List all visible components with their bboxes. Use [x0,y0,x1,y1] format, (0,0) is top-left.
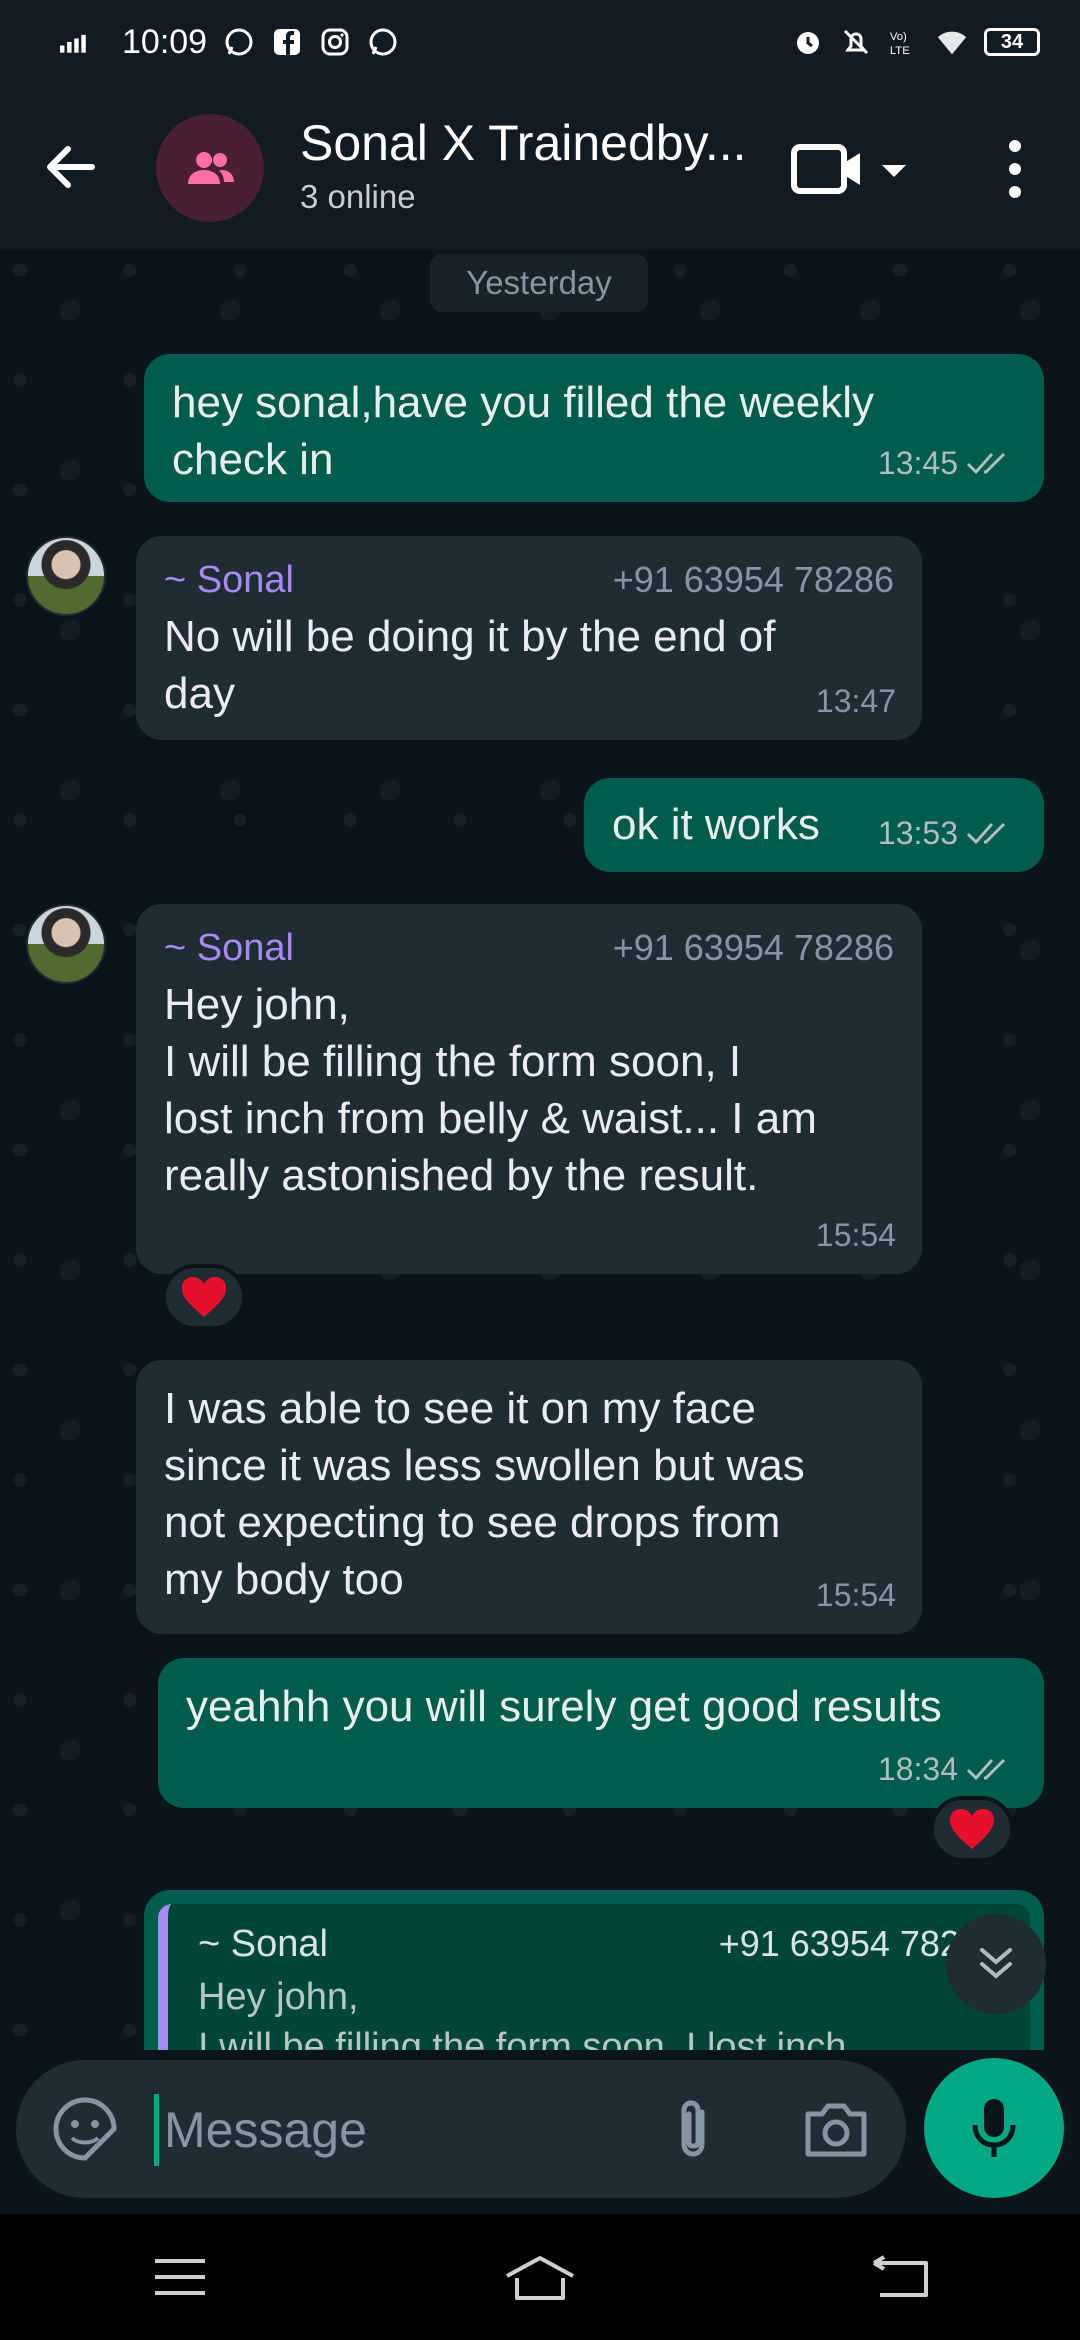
instagram-icon [319,26,351,58]
quoted-text: Hey john, [198,1976,359,2018]
back-nav-icon [872,2255,928,2297]
whatsapp-icon [367,26,399,58]
svg-text:LTE: LTE [890,45,910,57]
message-text: not expecting to see drops from [164,1498,781,1547]
sender-name[interactable]: ~ Sonal [164,556,294,604]
menu-icon [155,2259,205,2295]
signal-icon [60,26,92,58]
text-cursor [154,2094,159,2166]
microphone-icon [972,2099,1016,2157]
message-text: my body too [164,1555,404,1604]
emoji-icon [53,2097,117,2161]
message-time: 15:54 [815,1577,896,1613]
message-text: I will be filling the form soon, I [164,1037,742,1086]
message-text: yeahhh you will surely get good results [186,1682,942,1731]
facebook-icon [271,26,303,58]
sender-phone[interactable]: +91 63954 78286 [613,924,894,972]
heart-reaction[interactable] [162,1264,246,1330]
message-text: day [164,669,235,718]
camera-button[interactable] [804,2100,868,2158]
incoming-message[interactable]: ~ Sonal +91 63954 78286 No will be doing… [136,536,922,740]
chat-header: Sonal X Trainedby... 3 online [0,84,1080,250]
outgoing-message[interactable]: ok it works 13:53 [584,778,1044,872]
message-composer [16,2060,906,2198]
message-text: Hey john, [164,980,350,1029]
heart-reaction[interactable] [930,1796,1014,1862]
quoted-message[interactable]: ~ Sonal +91 63954 78286 Hey john, I will… [158,1904,1030,2050]
date-chip: Yesterday [430,254,648,312]
message-text: I was able to see it on my face [164,1384,756,1433]
svg-text:Vo): Vo) [890,31,907,43]
camera-icon [805,2103,867,2157]
system-navigation-bar [0,2214,1080,2340]
group-icon [188,152,234,184]
mute-icon [840,26,872,58]
incoming-message[interactable]: I was able to see it on my face since it… [136,1360,922,1634]
outgoing-message[interactable]: yeahhh you will surely get good results … [158,1658,1044,1808]
message-text: since it was less swollen but was [164,1441,805,1490]
alarm-icon [792,26,824,58]
volte-icon: Vo) LTE [888,26,920,58]
online-count: 3 online [300,178,416,215]
sender-name[interactable]: ~ Sonal [164,924,294,972]
scroll-to-bottom-button[interactable] [946,1914,1046,2014]
chat-area[interactable]: Yesterday hey sonal,have you filled the … [0,250,1080,2050]
sender-phone[interactable]: +91 63954 78286 [613,556,894,604]
voice-message-button[interactable] [924,2058,1064,2198]
sender-avatar[interactable] [26,904,106,984]
read-ticks-icon [966,822,1006,844]
home-icon [506,2256,574,2300]
whatsapp-icon [223,26,255,58]
back-button[interactable] [855,2247,945,2307]
quoted-sender-name: ~ Sonal [198,1923,328,1965]
chat-title-area[interactable]: Sonal X Trainedby... 3 online [300,114,760,216]
message-time: 15:54 [815,1217,896,1253]
paperclip-icon [681,2100,705,2157]
outgoing-message[interactable]: hey sonal,have you filled the weekly che… [144,354,1044,502]
home-button[interactable] [495,2247,585,2307]
message-input[interactable] [164,2082,644,2178]
recent-apps-button[interactable] [135,2247,225,2307]
battery-icon: 34 [984,28,1040,56]
read-ticks-icon [966,1758,1006,1780]
message-time: 13:47 [815,683,896,719]
message-text: No will be doing it by the end of [164,612,776,661]
message-text: hey sonal,have you filled the weekly [172,378,874,427]
sender-avatar[interactable] [26,536,106,616]
status-bar: 10:09 Vo) LTE 34 [0,0,1080,84]
video-call-button[interactable] [790,139,910,199]
message-time: 13:53 [877,815,958,851]
sticker-emoji-button[interactable] [52,2096,118,2162]
message-time: 18:34 [877,1751,958,1787]
message-text: lost inch from belly & waist... I am [164,1094,817,1143]
incoming-message[interactable]: ~ Sonal +91 63954 78286 Hey john, I will… [136,904,922,1274]
double-chevron-down-icon [980,1948,1012,1979]
clock: 10:09 [122,22,208,61]
more-options-icon[interactable] [995,134,1035,204]
message-time: 13:45 [877,445,958,481]
chat-title: Sonal X Trainedby... [300,115,747,171]
outgoing-reply-message[interactable]: ~ Sonal +91 63954 78286 Hey john, I will… [144,1890,1044,2050]
quoted-text: I will be filling the form soon, I lost … [198,2026,847,2050]
read-ticks-icon [966,452,1006,474]
heart-icon [950,1809,994,1849]
message-text: really astonished by the result. [164,1151,759,1200]
attach-button[interactable] [668,2096,718,2162]
wifi-icon [936,26,968,58]
group-avatar[interactable] [156,114,264,222]
heart-icon [182,1277,226,1317]
back-arrow-icon[interactable] [40,139,104,195]
